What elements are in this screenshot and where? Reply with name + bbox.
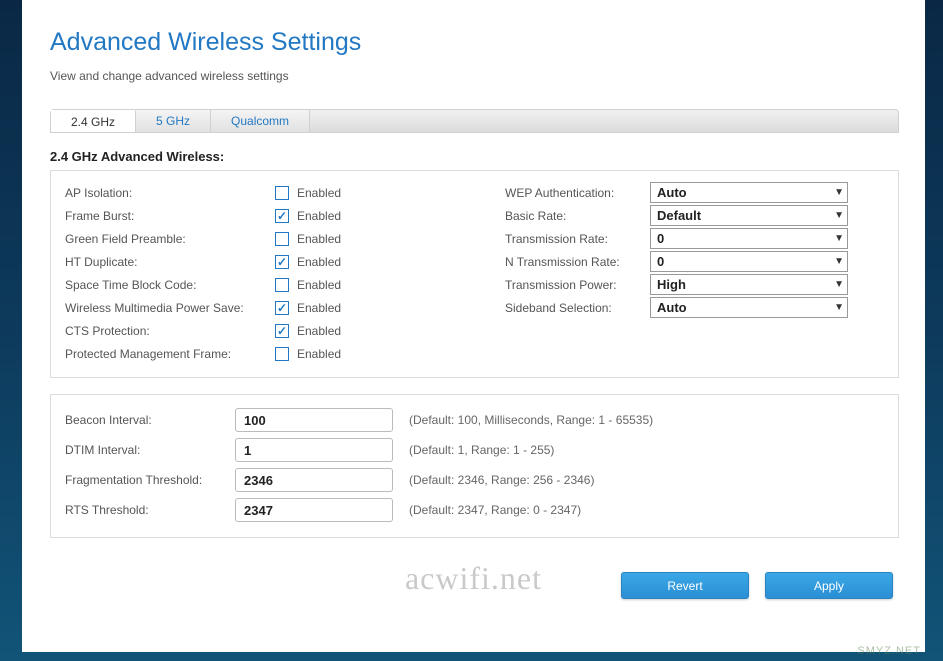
select-row: Sideband Selection: Auto ▼ — [505, 296, 884, 319]
numeric-row: Fragmentation Threshold:2346 (Default: 23… — [65, 465, 884, 495]
setting-label: Transmission Power: — [505, 278, 650, 292]
bottom-watermark: SMYZ.NET — [857, 645, 921, 657]
setting-label: Fragmentation Threshold: — [65, 473, 235, 487]
setting-label: Beacon Interval: — [65, 413, 235, 427]
setting-label: Space Time Block Code: — [65, 278, 275, 292]
checkbox[interactable] — [275, 301, 289, 315]
setting-label: HT Duplicate: — [65, 255, 275, 269]
settings-panel: AP Isolation:EnabledFrame Burst:EnabledG… — [50, 170, 899, 378]
tab-bar: 2.4 GHz 5 GHz Qualcomm — [50, 109, 899, 133]
revert-button[interactable]: Revert — [621, 572, 749, 599]
enabled-label: Enabled — [297, 347, 341, 361]
chevron-down-icon: ▼ — [834, 302, 844, 313]
setting-label: Wireless Multimedia Power Save: — [65, 301, 275, 315]
chevron-down-icon: ▼ — [834, 256, 844, 267]
setting-label: WEP Authentication: — [505, 186, 650, 200]
setting-label: Green Field Preamble: — [65, 232, 275, 246]
select-value: High — [657, 277, 686, 292]
numeric-input[interactable]: 1 — [235, 438, 393, 462]
checkbox[interactable] — [275, 278, 289, 292]
select-dropdown[interactable]: 0▼ — [650, 251, 848, 272]
select-value: Auto — [657, 185, 687, 200]
section-title: 2.4 GHz Advanced Wireless: — [50, 149, 899, 164]
select-value: Default — [657, 208, 701, 223]
chevron-down-icon: ▼ — [834, 210, 844, 221]
numeric-row: Beacon Interval:100 (Default: 100, Millis… — [65, 405, 884, 435]
select-value: Auto — [657, 300, 687, 315]
chevron-down-icon: ▼ — [834, 187, 844, 198]
enabled-label: Enabled — [297, 324, 341, 338]
enabled-label: Enabled — [297, 232, 341, 246]
setting-label: N Transmission Rate: — [505, 255, 650, 269]
page-subtitle: View and change advanced wireless settin… — [50, 69, 899, 83]
select-value: 0 — [657, 254, 664, 269]
select-row: WEP Authentication: Auto ▼ — [505, 181, 884, 204]
select-row: Transmission Rate:0▼ — [505, 227, 884, 250]
checkbox-row: Protected Management Frame: Enabled — [65, 342, 495, 365]
select-dropdown[interactable]: High ▼ — [650, 274, 848, 295]
checkbox-row: AP Isolation: Enabled — [65, 181, 495, 204]
tab-5ghz[interactable]: 5 GHz — [136, 110, 211, 132]
checkbox-row: Green Field Preamble: Enabled — [65, 227, 495, 250]
select-dropdown[interactable]: Default ▼ — [650, 205, 848, 226]
setting-label: Basic Rate: — [505, 209, 650, 223]
checkbox-row: HT Duplicate: Enabled — [65, 250, 495, 273]
select-row: Basic Rate: Default ▼ — [505, 204, 884, 227]
enabled-label: Enabled — [297, 255, 341, 269]
checkbox[interactable] — [275, 347, 289, 361]
numeric-row: DTIM Interval:1 (Default: 1, Range: 1 - 2… — [65, 435, 884, 465]
page-title: Advanced Wireless Settings — [50, 28, 899, 57]
numeric-input[interactable]: 2347 — [235, 498, 393, 522]
setting-label: CTS Protection: — [65, 324, 275, 338]
setting-label: Frame Burst: — [65, 209, 275, 223]
checkbox[interactable] — [275, 209, 289, 223]
select-row: Transmission Power: High ▼ — [505, 273, 884, 296]
setting-hint: (Default: 2347, Range: 0 - 2347) — [409, 503, 581, 517]
tab-24ghz[interactable]: 2.4 GHz — [51, 110, 136, 132]
apply-button[interactable]: Apply — [765, 572, 893, 599]
chevron-down-icon: ▼ — [834, 233, 844, 244]
select-dropdown[interactable]: 0▼ — [650, 228, 848, 249]
checkbox-row: Wireless Multimedia Power Save: Enabled — [65, 296, 495, 319]
numeric-row: RTS Threshold:2347 (Default: 2347, Range:… — [65, 495, 884, 525]
numeric-input[interactable]: 100 — [235, 408, 393, 432]
select-value: 0 — [657, 231, 664, 246]
checkbox-row: Frame Burst: Enabled — [65, 204, 495, 227]
chevron-down-icon: ▼ — [834, 279, 844, 290]
setting-label: DTIM Interval: — [65, 443, 235, 457]
setting-label: Protected Management Frame: — [65, 347, 275, 361]
checkbox[interactable] — [275, 255, 289, 269]
enabled-label: Enabled — [297, 301, 341, 315]
select-row: N Transmission Rate:0▼ — [505, 250, 884, 273]
select-dropdown[interactable]: Auto ▼ — [650, 182, 848, 203]
setting-hint: (Default: 2346, Range: 256 - 2346) — [409, 473, 594, 487]
setting-label: Transmission Rate: — [505, 232, 650, 246]
setting-hint: (Default: 100, Milliseconds, Range: 1 - … — [409, 413, 653, 427]
setting-label: Sideband Selection: — [505, 301, 650, 315]
checkbox-row: CTS Protection: Enabled — [65, 319, 495, 342]
checkbox-row: Space Time Block Code: Enabled — [65, 273, 495, 296]
enabled-label: Enabled — [297, 278, 341, 292]
checkbox[interactable] — [275, 232, 289, 246]
tab-qualcomm[interactable]: Qualcomm — [211, 110, 310, 132]
numeric-panel: Beacon Interval:100 (Default: 100, Millis… — [50, 394, 899, 538]
select-dropdown[interactable]: Auto ▼ — [650, 297, 848, 318]
setting-label: AP Isolation: — [65, 186, 275, 200]
numeric-input[interactable]: 2346 — [235, 468, 393, 492]
setting-hint: (Default: 1, Range: 1 - 255) — [409, 443, 554, 457]
enabled-label: Enabled — [297, 186, 341, 200]
checkbox[interactable] — [275, 186, 289, 200]
setting-label: RTS Threshold: — [65, 503, 235, 517]
enabled-label: Enabled — [297, 209, 341, 223]
checkbox[interactable] — [275, 324, 289, 338]
